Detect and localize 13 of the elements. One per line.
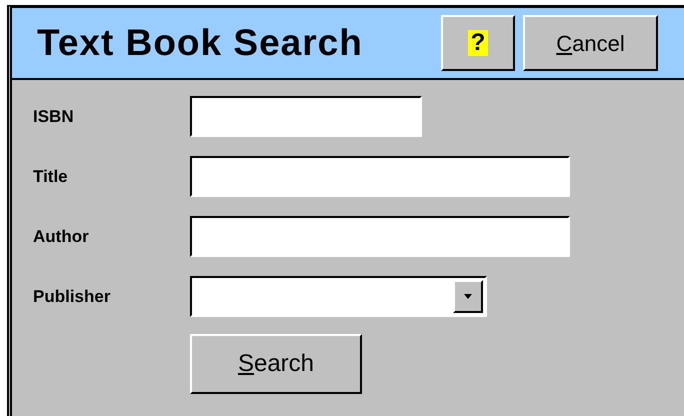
window-title: Text Book Search: [37, 21, 364, 66]
publisher-dropdown[interactable]: [190, 276, 487, 317]
field-label: Author: [33, 226, 90, 248]
field-label: ISBN: [33, 106, 75, 128]
text-field[interactable]: [190, 216, 570, 257]
field-label: Title: [33, 166, 69, 188]
help-label: ?: [468, 30, 488, 56]
help-button[interactable]: ?: [441, 15, 515, 71]
search-button[interactable]: Search: [190, 334, 362, 394]
text-field[interactable]: [190, 96, 422, 137]
text-field[interactable]: [190, 156, 570, 197]
field-label: Publisher: [33, 286, 112, 308]
cancel-button[interactable]: Cancel: [523, 15, 658, 71]
